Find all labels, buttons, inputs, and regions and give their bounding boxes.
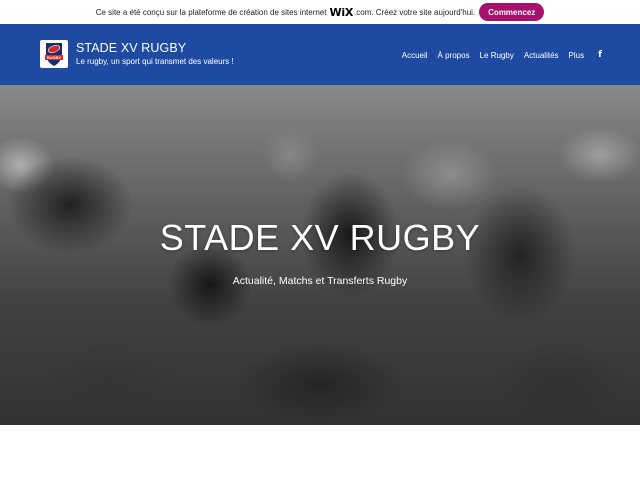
wix-promo-text: Ce site a été conçu sur la plateforme de… xyxy=(96,6,475,19)
wix-promo-text-after: .com. Créez votre site aujourd'hui. xyxy=(354,7,476,17)
hero-subtitle: Actualité, Matchs et Transferts Rugby xyxy=(232,275,408,287)
site-logo[interactable]: RUGBY xyxy=(40,40,68,68)
nav-item-accueil[interactable]: Accueil xyxy=(402,51,428,60)
hero-banner: STADE XV RUGBY Actualité, Matchs et Tran… xyxy=(0,85,640,425)
wix-promo-text-before: Ce site a été conçu sur la plateforme de… xyxy=(95,7,327,17)
wix-logo[interactable]: WiX xyxy=(330,6,354,19)
nav-item-actualites[interactable]: Actualités xyxy=(524,51,559,60)
nav-item-a-propos[interactable]: À propos xyxy=(438,51,470,60)
nav-item-plus[interactable]: Plus xyxy=(569,51,585,60)
main-navigation: Accueil À propos Le Rugby Actualités Plu… xyxy=(392,50,602,60)
logo-text: RUGBY xyxy=(47,55,62,60)
start-now-button[interactable]: Commencez xyxy=(479,3,545,21)
hero-title: STADE XV RUGBY xyxy=(159,217,481,258)
site-tagline: Le rugby, un sport qui transmet des vale… xyxy=(76,57,234,66)
wix-promo-banner: Ce site a été conçu sur la plateforme de… xyxy=(0,0,640,24)
facebook-icon[interactable]: f xyxy=(598,50,602,60)
site-header: RUGBY STADE XV RUGBY Le rugby, un sport … xyxy=(0,24,640,85)
nav-item-le-rugby[interactable]: Le Rugby xyxy=(480,51,514,60)
site-title[interactable]: STADE XV RUGBY xyxy=(76,41,186,55)
rugby-shield-logo-icon: RUGBY xyxy=(45,43,63,66)
